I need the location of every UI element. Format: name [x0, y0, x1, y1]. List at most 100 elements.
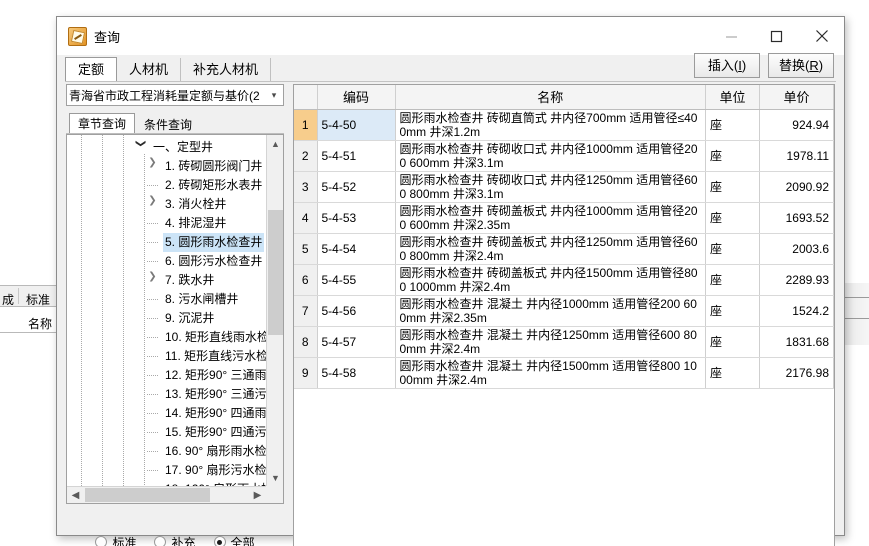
- row-unit[interactable]: 座: [705, 140, 760, 172]
- tree-item[interactable]: 2. 砖砌矩形水表井: [67, 176, 266, 195]
- close-icon[interactable]: [799, 17, 844, 55]
- row-index[interactable]: 9: [294, 357, 318, 389]
- row-code[interactable]: 5-4-56: [317, 295, 396, 327]
- radio-all[interactable]: 全部: [213, 534, 255, 546]
- row-price[interactable]: 1978.11: [759, 140, 834, 172]
- tree-item[interactable]: 3. 消火栓井: [67, 195, 266, 214]
- row-unit[interactable]: 座: [705, 295, 760, 327]
- tab-quota[interactable]: 定额: [65, 57, 118, 82]
- row-code[interactable]: 5-4-50: [317, 109, 396, 141]
- tree-item[interactable]: 12. 矩形90° 三通雨水: [67, 366, 266, 385]
- row-index[interactable]: 7: [294, 295, 318, 327]
- row-code[interactable]: 5-4-51: [317, 140, 396, 172]
- row-price[interactable]: 2003.6: [759, 233, 834, 265]
- row-name[interactable]: 圆形雨水检查井 砖砌直筒式 井内径700mm 适用管径≤400mm 井深1.2m: [395, 109, 706, 141]
- table-row[interactable]: 9 5-4-58 圆形雨水检查井 混凝土 井内径1500mm 适用管径800 100…: [294, 357, 834, 389]
- quota-library-select[interactable]: 青海省市政工程消耗量定额与基价(2 ▾: [66, 84, 284, 106]
- tree-item[interactable]: 1. 砖砌圆形阀门井: [67, 157, 266, 176]
- tree-item[interactable]: 17. 90° 扇形污水检查: [67, 461, 266, 480]
- tree-item[interactable]: 11. 矩形直线污水检查: [67, 347, 266, 366]
- row-name[interactable]: 圆形雨水检查井 砖砌收口式 井内径1000mm 适用管径200 600mm 井深…: [395, 140, 706, 172]
- tree-item[interactable]: 一、定型井: [67, 138, 266, 157]
- row-unit[interactable]: 座: [705, 264, 760, 296]
- column-header-price[interactable]: 单价: [759, 85, 834, 110]
- minimize-icon[interactable]: [709, 17, 754, 55]
- table-row[interactable]: 4 5-4-53 圆形雨水检查井 砖砌盖板式 井内径1000mm 适用管径200 6…: [294, 202, 834, 234]
- table-row[interactable]: 7 5-4-56 圆形雨水检查井 混凝土 井内径1000mm 适用管径200 600…: [294, 295, 834, 327]
- row-name[interactable]: 圆形雨水检查井 砖砌盖板式 井内径1000mm 适用管径200 600mm 井深…: [395, 202, 706, 234]
- subtab-chapter-query[interactable]: 章节查询: [69, 113, 136, 134]
- row-name[interactable]: 圆形雨水检查井 砖砌收口式 井内径1250mm 适用管径600 800mm 井深…: [395, 171, 706, 203]
- quota-result-grid[interactable]: 编码 名称 单位 单价 1 5-4-50 圆形雨水检查井 砖砌直筒式 井内径700m…: [293, 84, 835, 546]
- column-header-name[interactable]: 名称: [395, 85, 706, 110]
- row-code[interactable]: 5-4-54: [317, 233, 396, 265]
- table-row[interactable]: 6 5-4-55 圆形雨水检查井 砖砌盖板式 井内径1500mm 适用管径800 1…: [294, 264, 834, 296]
- row-unit[interactable]: 座: [705, 357, 760, 389]
- row-index[interactable]: 1: [294, 109, 318, 141]
- subtab-condition-query[interactable]: 条件查询: [135, 114, 201, 134]
- row-name[interactable]: 圆形雨水检查井 砖砌盖板式 井内径1500mm 适用管径800 1000mm 井…: [395, 264, 706, 296]
- column-header-unit[interactable]: 单位: [705, 85, 760, 110]
- tree-scroll-thumb[interactable]: [268, 210, 283, 335]
- row-unit[interactable]: 座: [705, 233, 760, 265]
- tree-vertical-scrollbar[interactable]: ▲ ▼: [266, 135, 283, 486]
- maximize-icon[interactable]: [754, 17, 799, 55]
- tree-item[interactable]: 7. 跌水井: [67, 271, 266, 290]
- row-code[interactable]: 5-4-57: [317, 326, 396, 358]
- tree-hscroll-thumb[interactable]: [85, 488, 210, 502]
- tab-labor-material-machine[interactable]: 人材机: [117, 58, 182, 82]
- tree-scroll-up-button[interactable]: ▲: [267, 135, 283, 152]
- row-index[interactable]: 2: [294, 140, 318, 172]
- row-price[interactable]: 2090.92: [759, 171, 834, 203]
- radio-standard[interactable]: 标准: [95, 534, 136, 546]
- row-name[interactable]: 圆形雨水检查井 砖砌盖板式 井内径1250mm 适用管径600 800mm 井深…: [395, 233, 706, 265]
- row-index[interactable]: 4: [294, 202, 318, 234]
- row-price[interactable]: 1693.52: [759, 202, 834, 234]
- row-code[interactable]: 5-4-55: [317, 264, 396, 296]
- column-header-index[interactable]: [294, 85, 318, 110]
- tree-item[interactable]: 8. 污水闸槽井: [67, 290, 266, 309]
- row-name[interactable]: 圆形雨水检查井 混凝土 井内径1000mm 适用管径200 600mm 井深2.…: [395, 295, 706, 327]
- row-code[interactable]: 5-4-52: [317, 171, 396, 203]
- row-unit[interactable]: 座: [705, 109, 760, 141]
- row-index[interactable]: 5: [294, 233, 318, 265]
- row-code[interactable]: 5-4-58: [317, 357, 396, 389]
- row-price[interactable]: 1831.68: [759, 326, 834, 358]
- row-name[interactable]: 圆形雨水检查井 混凝土 井内径1250mm 适用管径600 800mm 井深2.…: [395, 326, 706, 358]
- replace-button[interactable]: 替换(R): [768, 53, 834, 78]
- tree-item[interactable]: 14. 矩形90° 四通雨水: [67, 404, 266, 423]
- tree-item[interactable]: 5. 圆形雨水检查井: [67, 233, 266, 252]
- row-index[interactable]: 3: [294, 171, 318, 203]
- row-price[interactable]: 1524.2: [759, 295, 834, 327]
- table-row[interactable]: 3 5-4-52 圆形雨水检查井 砖砌收口式 井内径1250mm 适用管径600 8…: [294, 171, 834, 203]
- tree-item[interactable]: 6. 圆形污水检查井: [67, 252, 266, 271]
- tree-scroll-left-button[interactable]: ◀: [67, 487, 84, 503]
- table-row[interactable]: 5 5-4-54 圆形雨水检查井 砖砌盖板式 井内径1250mm 适用管径600 8…: [294, 233, 834, 265]
- tree-horizontal-scrollbar[interactable]: ◀ ▶: [67, 486, 266, 503]
- tree-item[interactable]: 10. 矩形直线雨水检查: [67, 328, 266, 347]
- row-unit[interactable]: 座: [705, 202, 760, 234]
- tree-scroll-down-button[interactable]: ▼: [267, 469, 283, 486]
- row-index[interactable]: 8: [294, 326, 318, 358]
- insert-button[interactable]: 插入(I): [694, 53, 760, 78]
- tree-item[interactable]: 9. 沉泥井: [67, 309, 266, 328]
- tree-item[interactable]: 13. 矩形90° 三通污水: [67, 385, 266, 404]
- tab-supplementary-lmm[interactable]: 补充人材机: [181, 58, 272, 82]
- table-row[interactable]: 1 5-4-50 圆形雨水检查井 砖砌直筒式 井内径700mm 适用管径≤400mm…: [294, 109, 834, 141]
- tree-item[interactable]: 15. 矩形90° 四通污水: [67, 423, 266, 442]
- radio-supplementary[interactable]: 补充: [154, 534, 196, 546]
- column-header-code[interactable]: 编码: [317, 85, 396, 110]
- row-code[interactable]: 5-4-53: [317, 202, 396, 234]
- tree-item[interactable]: 4. 排泥湿井: [67, 214, 266, 233]
- row-price[interactable]: 2289.93: [759, 264, 834, 296]
- row-unit[interactable]: 座: [705, 171, 760, 203]
- tree-item[interactable]: 16. 90° 扇形雨水检查: [67, 442, 266, 461]
- row-name[interactable]: 圆形雨水检查井 混凝土 井内径1500mm 适用管径800 1000mm 井深2…: [395, 357, 706, 389]
- tree-scroll-right-button[interactable]: ▶: [249, 487, 266, 503]
- chevron-down-icon[interactable]: ▾: [265, 85, 283, 105]
- row-price[interactable]: 2176.98: [759, 357, 834, 389]
- table-row[interactable]: 2 5-4-51 圆形雨水检查井 砖砌收口式 井内径1000mm 适用管径200 6…: [294, 140, 834, 172]
- row-unit[interactable]: 座: [705, 326, 760, 358]
- table-row[interactable]: 8 5-4-57 圆形雨水检查井 混凝土 井内径1250mm 适用管径600 800…: [294, 326, 834, 358]
- row-price[interactable]: 924.94: [759, 109, 834, 141]
